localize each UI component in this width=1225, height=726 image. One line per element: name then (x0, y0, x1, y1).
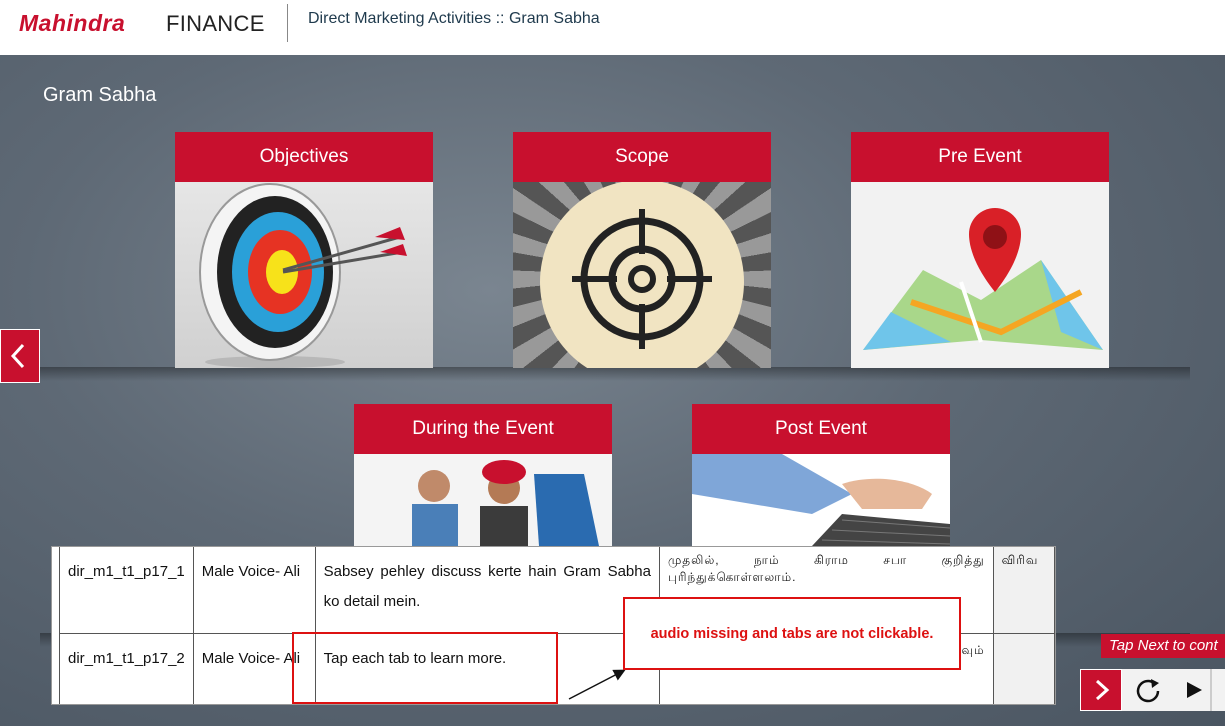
row-voice: Male Voice- Ali (192, 547, 316, 634)
row-extra (992, 633, 1055, 704)
row-id: dir_m1_t1_p17_1 (59, 547, 194, 634)
tab-pre-event[interactable]: Pre Event (851, 132, 1109, 368)
tab-scope[interactable]: Scope (513, 132, 771, 368)
keyboard-typing-photo (692, 454, 950, 546)
replay-icon[interactable] (1134, 677, 1162, 705)
row-id: dir_m1_t1_p17_2 (59, 633, 194, 704)
app-header: Mahindra FINANCE Direct Marketing Activi… (0, 0, 1225, 55)
tab-objectives[interactable]: Objectives (175, 132, 433, 368)
chevron-right-icon (1095, 679, 1110, 701)
control-divider (1210, 669, 1212, 711)
chevron-left-icon (10, 343, 25, 369)
next-button[interactable] (1080, 669, 1122, 711)
tab-post-event[interactable]: Post Event (692, 404, 950, 546)
logo-suffix: FINANCE (166, 11, 265, 36)
arrow-icon (568, 669, 626, 700)
page-title: Gram Sabha (43, 84, 157, 106)
review-comment: audio missing and tabs are not clickable… (623, 597, 961, 670)
tab-label: Pre Event (851, 132, 1109, 182)
tab-label: Post Event (692, 404, 950, 454)
tap-next-hint: Tap Next to cont (1101, 634, 1225, 658)
highlight-box (292, 632, 558, 704)
row-script: Sabsey pehley discuss kerte hain Gram Sa… (314, 547, 660, 634)
header-divider (287, 4, 288, 42)
archery-target-icon (175, 182, 433, 368)
people-photo (354, 454, 612, 546)
player-controls (1122, 669, 1225, 711)
tab-during-event[interactable]: During the Event (354, 404, 612, 546)
course-title: Direct Marketing Activities :: Gram Sabh… (308, 10, 600, 27)
tab-label: Objectives (175, 132, 433, 182)
logo-brand: Mahindra (19, 10, 126, 36)
shelf-divider (40, 367, 1190, 381)
row-extra: விரிவ (992, 547, 1055, 634)
crosshair-icon (513, 182, 771, 368)
tab-label: During the Event (354, 404, 612, 454)
play-icon[interactable] (1183, 679, 1205, 701)
previous-button[interactable] (0, 329, 40, 383)
map-pin-icon (851, 182, 1109, 368)
tab-label: Scope (513, 132, 771, 182)
